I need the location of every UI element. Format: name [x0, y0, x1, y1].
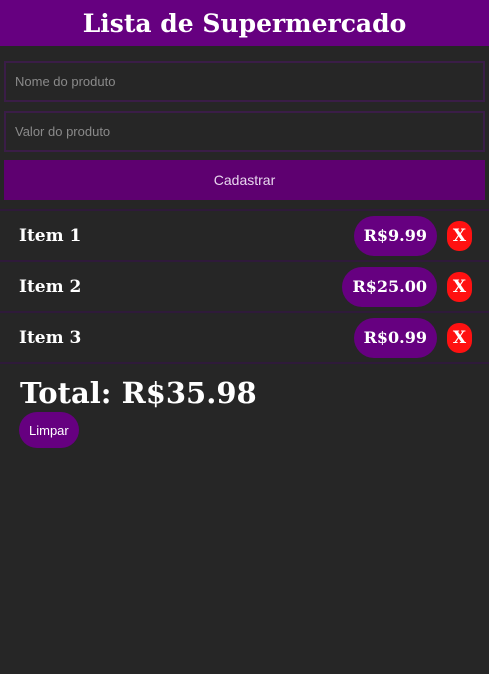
item-price: R$25.00: [342, 266, 437, 307]
item-name: Item 2: [19, 276, 82, 297]
page-title: Lista de Supermercado: [82, 8, 407, 38]
item-price: R$0.99: [353, 317, 437, 358]
remove-item-button[interactable]: X: [447, 271, 472, 302]
app-header: Lista de Supermercado: [0, 0, 489, 46]
list-item: Item 3 R$0.99 X: [0, 311, 489, 364]
product-name-input[interactable]: [4, 61, 485, 102]
list-item: Item 2 R$25.00 X: [0, 260, 489, 313]
remove-item-button[interactable]: X: [447, 220, 472, 251]
item-price: R$9.99: [353, 215, 437, 256]
register-button[interactable]: Cadastrar: [4, 160, 485, 200]
product-value-input[interactable]: [4, 111, 485, 152]
item-name: Item 1: [19, 225, 82, 246]
clear-button[interactable]: Limpar: [19, 412, 79, 448]
remove-item-button[interactable]: X: [447, 322, 472, 353]
total-label: Total: R$35.98: [20, 376, 257, 410]
list-item: Item 1 R$9.99 X: [0, 209, 489, 262]
product-list: Item 1 R$9.99 X Item 2 R$25.00 X Item 3 …: [0, 209, 489, 364]
product-form: Cadastrar: [0, 46, 489, 200]
item-name: Item 3: [19, 327, 82, 348]
